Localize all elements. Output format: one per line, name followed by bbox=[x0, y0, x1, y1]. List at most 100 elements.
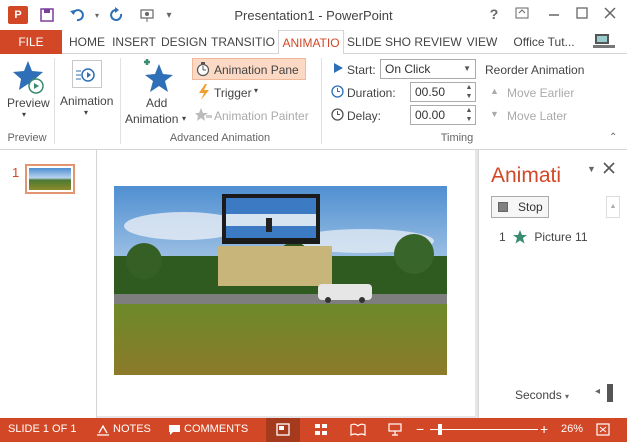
tab-slide-show[interactable]: SLIDE SHO bbox=[346, 30, 412, 54]
tab-review[interactable]: REVIEW bbox=[414, 30, 462, 54]
reorder-animation-label: Reorder Animation bbox=[485, 63, 585, 77]
zoom-slider-track[interactable] bbox=[430, 429, 538, 430]
add-animation-button-line1[interactable]: Add bbox=[146, 96, 167, 110]
animation-painter-button: Animation Painter bbox=[214, 109, 309, 123]
account-name[interactable]: Office Tut... bbox=[504, 30, 584, 54]
animation-button[interactable]: Animation bbox=[60, 94, 113, 108]
ribbon-tabs: FILE HOME INSERT DESIGN TRANSITIO ANIMAT… bbox=[0, 30, 627, 55]
normal-view-icon[interactable] bbox=[276, 423, 290, 439]
move-later-arrow-icon: ▼ bbox=[490, 109, 499, 119]
trigger-lightning-icon[interactable] bbox=[197, 84, 211, 103]
slide-thumbnail[interactable] bbox=[25, 164, 75, 194]
preview-button[interactable]: Preview bbox=[7, 96, 50, 110]
ribbon: Preview ▾ Preview Animation ▾ Add Animat… bbox=[0, 54, 627, 150]
add-animation-star-icon[interactable] bbox=[140, 58, 174, 97]
add-animation-button-line2[interactable]: Animation bbox=[125, 112, 178, 126]
move-earlier-arrow-icon: ▲ bbox=[490, 86, 499, 96]
slide-editing-area bbox=[96, 150, 478, 418]
move-earlier-button: Move Earlier bbox=[507, 86, 575, 100]
delay-value: 00.00 bbox=[415, 108, 446, 122]
slide-canvas[interactable] bbox=[97, 150, 475, 416]
duration-value: 00.50 bbox=[415, 85, 446, 99]
thumbnail-image bbox=[29, 168, 71, 190]
animation-dropdown-icon[interactable]: ▾ bbox=[84, 108, 88, 117]
delay-spinner[interactable]: ▲ ▼ bbox=[463, 106, 475, 124]
trigger-button[interactable]: Trigger bbox=[214, 86, 252, 100]
slide-info: SLIDE 1 OF 1 bbox=[8, 423, 77, 435]
tab-transitions[interactable]: TRANSITIO bbox=[210, 30, 276, 54]
animation-gallery-icon[interactable] bbox=[72, 60, 102, 88]
group-label-advanced: Advanced Animation bbox=[169, 132, 271, 144]
zoom-slider-thumb[interactable] bbox=[438, 424, 442, 435]
preview-dropdown-icon[interactable]: ▾ bbox=[22, 110, 26, 119]
collapse-ribbon-icon[interactable]: ⌃ bbox=[609, 132, 617, 143]
animation-pane: Animati ▼ Stop ▲ 1 Picture 11 Seconds ▾ … bbox=[478, 150, 627, 418]
tab-animations[interactable]: ANIMATIO bbox=[278, 30, 344, 55]
seconds-button[interactable]: Seconds ▾ bbox=[515, 388, 569, 402]
delay-clock-icon bbox=[331, 108, 344, 124]
tab-file[interactable]: FILE bbox=[0, 30, 62, 54]
animation-pane-icon[interactable] bbox=[195, 61, 211, 80]
timeline-scroll-left-icon[interactable]: ◂ bbox=[595, 386, 600, 397]
slide-sorter-icon[interactable] bbox=[314, 423, 328, 439]
comments-button[interactable]: COMMENTS bbox=[184, 423, 248, 435]
window-title: Presentation1 - PowerPoint bbox=[234, 8, 393, 23]
stop-button[interactable]: Stop bbox=[491, 196, 549, 218]
group-label-timing: Timing bbox=[440, 132, 474, 144]
pane-options-chevron-down-icon[interactable]: ▼ bbox=[587, 164, 596, 174]
animation-item-label: Picture 11 bbox=[534, 230, 588, 244]
avatar[interactable] bbox=[592, 32, 616, 52]
move-later-button: Move Later bbox=[507, 109, 568, 123]
list-item[interactable]: 1 Picture 11 bbox=[499, 230, 588, 247]
divider bbox=[54, 58, 55, 144]
maximize-icon[interactable] bbox=[572, 6, 592, 22]
tab-insert[interactable]: INSERT bbox=[110, 30, 158, 54]
picture-11[interactable] bbox=[114, 186, 447, 375]
notes-icon bbox=[96, 424, 110, 439]
preview-star-icon[interactable] bbox=[12, 60, 44, 97]
move-up-arrow-icon[interactable]: ▲ bbox=[606, 196, 620, 218]
duration-label: Duration: bbox=[347, 86, 396, 100]
animation-order: 1 bbox=[499, 230, 506, 244]
ribbon-display-options-icon[interactable] bbox=[512, 6, 532, 22]
tab-design[interactable]: DESIGN bbox=[160, 30, 208, 54]
minimize-icon[interactable] bbox=[544, 6, 564, 22]
zoom-in-icon[interactable]: + bbox=[540, 421, 548, 437]
animation-pane-title: Animati bbox=[491, 164, 562, 187]
delay-label: Delay: bbox=[347, 109, 382, 123]
chevron-down-icon: ▾ bbox=[565, 392, 570, 401]
star-icon bbox=[513, 230, 528, 247]
close-pane-icon[interactable] bbox=[603, 162, 615, 177]
animation-pane-button[interactable]: Animation Pane bbox=[214, 63, 299, 77]
reading-view-icon[interactable] bbox=[350, 423, 366, 439]
duration-input[interactable]: 00.50 ▲ ▼ bbox=[410, 82, 476, 102]
duration-spinner[interactable]: ▲ ▼ bbox=[463, 83, 475, 101]
start-icon bbox=[332, 62, 344, 77]
slide-number: 1 bbox=[12, 165, 20, 180]
zoom-out-icon[interactable]: − bbox=[416, 421, 424, 437]
start-value: On Click bbox=[385, 62, 431, 76]
stop-icon bbox=[498, 202, 508, 212]
start-label: Start: bbox=[347, 63, 376, 77]
help-icon[interactable]: ? bbox=[484, 6, 504, 22]
close-window-icon[interactable] bbox=[600, 6, 620, 22]
timeline-scrollbar[interactable] bbox=[607, 384, 613, 402]
seconds-label: Seconds bbox=[515, 388, 562, 402]
add-animation-dropdown-icon[interactable]: ▾ bbox=[182, 114, 186, 123]
notes-button[interactable]: NOTES bbox=[113, 423, 151, 435]
group-label-preview: Preview bbox=[7, 132, 47, 144]
slide-show-icon[interactable] bbox=[388, 423, 402, 439]
status-bar: SLIDE 1 OF 1 NOTES COMMENTS − + 26% bbox=[0, 418, 627, 442]
zoom-level[interactable]: 26% bbox=[561, 423, 583, 435]
trigger-dropdown-icon[interactable]: ▾ bbox=[254, 86, 258, 95]
tab-view[interactable]: VIEW bbox=[464, 30, 500, 54]
title-bar: P ▾ ▾ Presentation1 - PowerPoint ? bbox=[0, 0, 627, 30]
chevron-down-icon: ▼ bbox=[463, 64, 471, 73]
start-dropdown[interactable]: On Click ▼ bbox=[380, 59, 476, 79]
fit-to-window-icon[interactable] bbox=[596, 423, 610, 439]
comments-icon bbox=[168, 424, 181, 439]
tab-home[interactable]: HOME bbox=[66, 30, 108, 54]
delay-input[interactable]: 00.00 ▲ ▼ bbox=[410, 105, 476, 125]
stop-label: Stop bbox=[518, 200, 543, 214]
animation-painter-icon bbox=[195, 107, 213, 126]
